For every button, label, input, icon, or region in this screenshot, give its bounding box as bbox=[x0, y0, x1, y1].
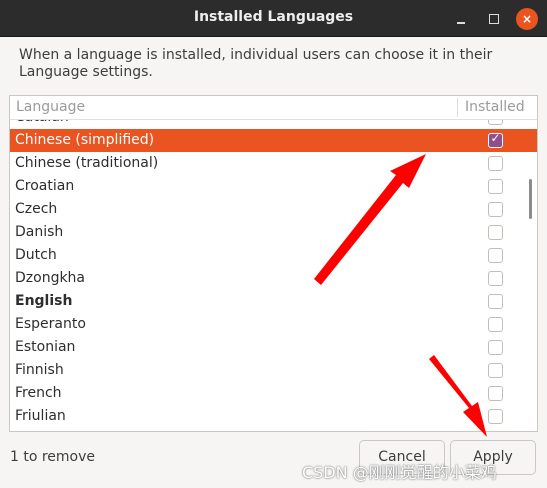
annotation-arrow-2 bbox=[429, 355, 487, 437]
watermark-text: CSDN @刚刚觉醒的小菜鸡 bbox=[302, 463, 497, 482]
annotation-overlay bbox=[314, 154, 487, 437]
annotation-arrow-1 bbox=[314, 154, 426, 285]
